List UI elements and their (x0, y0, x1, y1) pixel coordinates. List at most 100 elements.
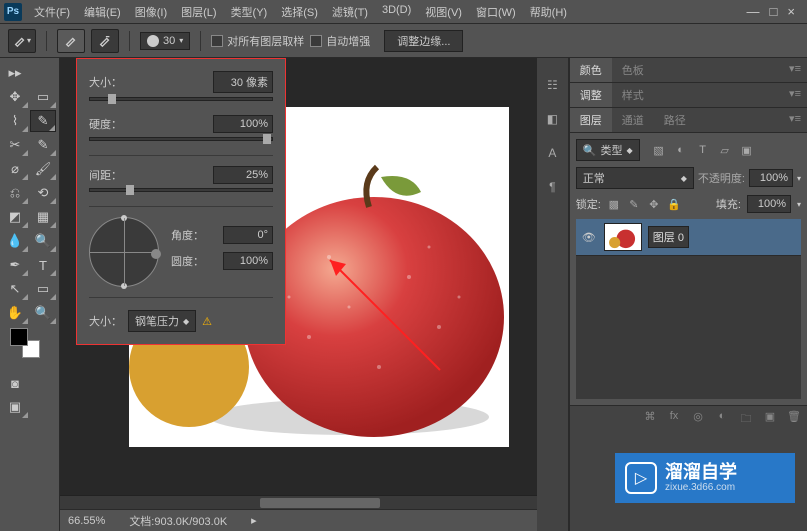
layer-thumbnail[interactable] (604, 223, 642, 251)
type-tool[interactable]: T (30, 254, 56, 276)
scrollbar-thumb[interactable] (260, 498, 380, 508)
panel-menu-icon[interactable]: ▾≡ (783, 108, 807, 132)
minimize-button[interactable]: — (747, 4, 760, 19)
layer-mask-icon[interactable]: ◎ (689, 410, 707, 429)
eyedropper-tool[interactable]: ✎ (30, 134, 56, 156)
expand-tools-icon[interactable]: ▸▸ (2, 62, 28, 84)
gradient-tool[interactable]: ▦ (30, 206, 56, 228)
sample-all-layers-checkbox[interactable]: 对所有图层取样 (211, 33, 304, 49)
layer-fx-icon[interactable]: fx (665, 410, 683, 429)
pen-tool[interactable]: ✒ (2, 254, 28, 276)
tab-adjustments[interactable]: 调整 (570, 83, 612, 107)
hand-tool[interactable]: ✋ (2, 302, 28, 324)
move-tool[interactable]: ✥ (2, 86, 28, 108)
lock-pixels-icon[interactable]: ✎ (627, 198, 641, 211)
status-flyout-icon[interactable]: ▸ (251, 514, 257, 527)
color-swatches[interactable] (10, 328, 40, 358)
tab-swatches[interactable]: 色板 (612, 58, 654, 82)
tab-channels[interactable]: 通道 (612, 108, 654, 132)
menu-edit[interactable]: 编辑(E) (78, 1, 127, 23)
tab-layers[interactable]: 图层 (570, 108, 612, 132)
menu-help[interactable]: 帮助(H) (524, 1, 573, 23)
menu-view[interactable]: 视图(V) (419, 1, 468, 23)
filter-shape-icon[interactable]: ▱ (718, 144, 732, 157)
menu-filter[interactable]: 滤镜(T) (326, 1, 374, 23)
zoom-level[interactable]: 66.55% (68, 515, 105, 527)
healing-brush-tool[interactable]: ⌀ (2, 158, 28, 180)
dodge-tool[interactable]: 🔍 (30, 230, 56, 252)
quick-mask-toggle[interactable]: ◙ (2, 372, 28, 394)
lock-all-icon[interactable]: 🔒 (667, 198, 681, 211)
tab-paths[interactable]: 路径 (654, 108, 696, 132)
opacity-input[interactable]: 100% (749, 169, 793, 187)
brush-size-input[interactable]: 30 像素 (213, 71, 273, 93)
lock-transparency-icon[interactable]: ▩ (607, 198, 621, 211)
layer-name-input[interactable]: 图层 0 (648, 226, 689, 248)
selection-add-icon[interactable] (57, 29, 85, 53)
visibility-toggle-icon[interactable]: 👁 (580, 231, 598, 244)
chevron-down-icon[interactable]: ▾ (797, 174, 801, 183)
brush-angle-input[interactable]: 0° (223, 226, 273, 244)
paragraph-panel-icon[interactable]: ¶ (543, 178, 561, 196)
layer-group-icon[interactable]: 🗀 (737, 410, 755, 429)
menu-type[interactable]: 类型(Y) (225, 1, 274, 23)
brush-roundness-input[interactable]: 100% (223, 252, 273, 270)
link-layers-icon[interactable]: ⌘ (641, 410, 659, 429)
blur-tool[interactable]: 💧 (2, 230, 28, 252)
delete-layer-icon[interactable]: 🗑 (785, 410, 803, 429)
menu-file[interactable]: 文件(F) (28, 1, 76, 23)
filter-smart-icon[interactable]: ▣ (740, 144, 754, 157)
brush-size-slider[interactable] (89, 97, 273, 101)
menu-layer[interactable]: 图层(L) (175, 1, 222, 23)
maximize-button[interactable]: □ (770, 4, 778, 19)
eraser-tool[interactable]: ◩ (2, 206, 28, 228)
clone-stamp-tool[interactable]: ⎌ (2, 182, 28, 204)
zoom-tool[interactable]: 🔍 (30, 302, 56, 324)
brush-spacing-slider[interactable] (89, 188, 273, 192)
new-layer-icon[interactable]: ▣ (761, 410, 779, 429)
document-size[interactable]: 文档:903.0K/903.0K (129, 513, 227, 529)
panel-menu-icon[interactable]: ▾≡ (783, 58, 807, 82)
brush-hardness-input[interactable]: 100% (213, 115, 273, 133)
history-panel-icon[interactable]: ☷ (543, 76, 561, 94)
tab-styles[interactable]: 样式 (612, 83, 654, 107)
character-panel-icon[interactable]: A (543, 144, 561, 162)
filter-adjustment-icon[interactable]: ◐ (674, 144, 688, 157)
history-brush-tool[interactable]: ⟲ (30, 182, 56, 204)
brush-size-dynamic-select[interactable]: 钢笔压力◆ (128, 310, 196, 332)
path-selection-tool[interactable]: ↖ (2, 278, 28, 300)
shape-tool[interactable]: ▭ (30, 278, 56, 300)
menu-select[interactable]: 选择(S) (275, 1, 324, 23)
crop-tool[interactable]: ✂ (2, 134, 28, 156)
filter-type-icon[interactable]: T (696, 144, 710, 157)
lock-position-icon[interactable]: ✥ (647, 198, 661, 211)
menu-3d[interactable]: 3D(D) (376, 1, 417, 23)
brush-spacing-input[interactable]: 25% (213, 166, 273, 184)
lasso-tool[interactable]: ⌇ (2, 110, 28, 132)
selection-subtract-icon[interactable] (91, 29, 119, 53)
brush-tool[interactable]: 🖌 (30, 158, 56, 180)
blend-mode-select[interactable]: 正常◆ (576, 167, 694, 189)
foreground-color[interactable] (10, 328, 28, 346)
layer-item[interactable]: 👁 图层 0 (576, 219, 801, 256)
refine-edge-button[interactable]: 调整边缘... (384, 30, 463, 52)
panel-menu-icon[interactable]: ▾≡ (783, 83, 807, 107)
layer-filter-kind-select[interactable]: 🔍 类型 ◆ (576, 139, 640, 161)
menu-window[interactable]: 窗口(W) (470, 1, 522, 23)
marquee-tool[interactable]: ▭ (30, 86, 56, 108)
tab-color[interactable]: 颜色 (570, 58, 612, 82)
menu-image[interactable]: 图像(I) (129, 1, 173, 23)
chevron-down-icon[interactable]: ▾ (797, 200, 801, 209)
close-button[interactable]: × (787, 4, 795, 19)
screen-mode-toggle[interactable]: ▣ (2, 396, 28, 418)
properties-panel-icon[interactable]: ◧ (543, 110, 561, 128)
tool-preset-picker[interactable]: ▾ (8, 29, 36, 53)
adjustment-layer-icon[interactable]: ◐ (713, 410, 731, 429)
auto-enhance-checkbox[interactable]: 自动增强 (310, 33, 370, 49)
brush-angle-control[interactable] (89, 217, 159, 287)
filter-pixel-icon[interactable]: ▧ (652, 144, 666, 157)
horizontal-scrollbar[interactable] (60, 495, 537, 509)
brush-hardness-slider[interactable] (89, 137, 273, 141)
fill-input[interactable]: 100% (747, 195, 791, 213)
brush-size-picker[interactable]: 30 ▾ (140, 32, 190, 50)
